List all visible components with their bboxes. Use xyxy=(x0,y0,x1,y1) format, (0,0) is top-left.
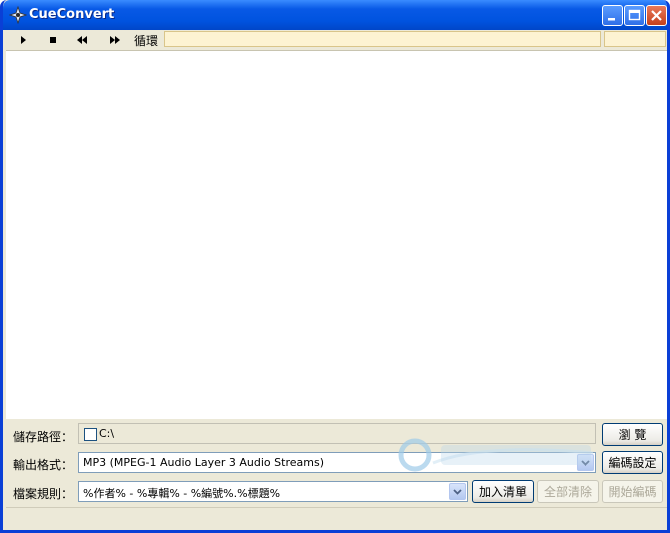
rewind-button[interactable] xyxy=(73,32,91,48)
file-rule-select[interactable]: %作者% - %專輯% - %編號%.%標題% xyxy=(78,481,468,502)
window-title: CueConvert xyxy=(29,7,115,22)
watermark-logo xyxy=(398,438,594,472)
app-icon xyxy=(9,6,27,24)
start-encoding-button[interactable]: 開始編碼 xyxy=(602,480,663,503)
stop-icon xyxy=(50,37,56,43)
play-icon xyxy=(21,36,26,44)
maximize-button[interactable] xyxy=(624,5,645,26)
clear-all-button[interactable]: 全部清除 xyxy=(537,480,599,503)
save-path-value: C:\ xyxy=(99,427,115,440)
playback-progress-bar[interactable] xyxy=(164,31,601,47)
save-path-checkbox[interactable] xyxy=(84,428,97,441)
rewind-icon xyxy=(77,36,87,44)
settings-panel: 儲存路徑： C:\ 瀏 覽 輸出格式： MP3 (MPEG-1 Audio La… xyxy=(6,419,667,507)
save-path-label: 儲存路徑： xyxy=(13,430,74,444)
minimize-icon xyxy=(608,18,615,21)
track-list[interactable] xyxy=(6,51,667,419)
close-icon xyxy=(651,10,662,21)
maximize-icon xyxy=(628,9,641,21)
add-to-list-button[interactable]: 加入清單 xyxy=(472,480,534,503)
output-format-label: 輸出格式： xyxy=(13,458,74,472)
status-bar xyxy=(6,507,667,530)
output-format-value: MP3 (MPEG-1 Audio Layer 3 Audio Streams) xyxy=(83,456,324,469)
file-rule-dropdown[interactable] xyxy=(449,483,466,500)
app-window: CueConvert 循環 儲存路徑： C:\ 瀏 覽 輸出格式： MP3 (M… xyxy=(0,0,670,533)
browse-button[interactable]: 瀏 覽 xyxy=(602,423,663,446)
stop-button[interactable] xyxy=(44,32,62,48)
time-display xyxy=(604,31,666,47)
title-bar[interactable]: CueConvert xyxy=(3,0,667,30)
close-button[interactable] xyxy=(646,5,667,26)
minimize-button[interactable] xyxy=(602,5,623,26)
encode-settings-button[interactable]: 編碼設定 xyxy=(602,451,663,474)
file-rule-label: 檔案規則： xyxy=(13,487,74,501)
chevron-down-icon xyxy=(453,488,462,495)
play-button[interactable] xyxy=(14,32,32,48)
file-rule-value: %作者% - %專輯% - %編號%.%標題% xyxy=(83,487,281,500)
loop-toggle[interactable]: 循環 xyxy=(134,32,158,49)
toolbar: 循環 xyxy=(6,30,667,51)
fast-forward-icon xyxy=(110,36,120,44)
fast-forward-button[interactable] xyxy=(106,32,124,48)
